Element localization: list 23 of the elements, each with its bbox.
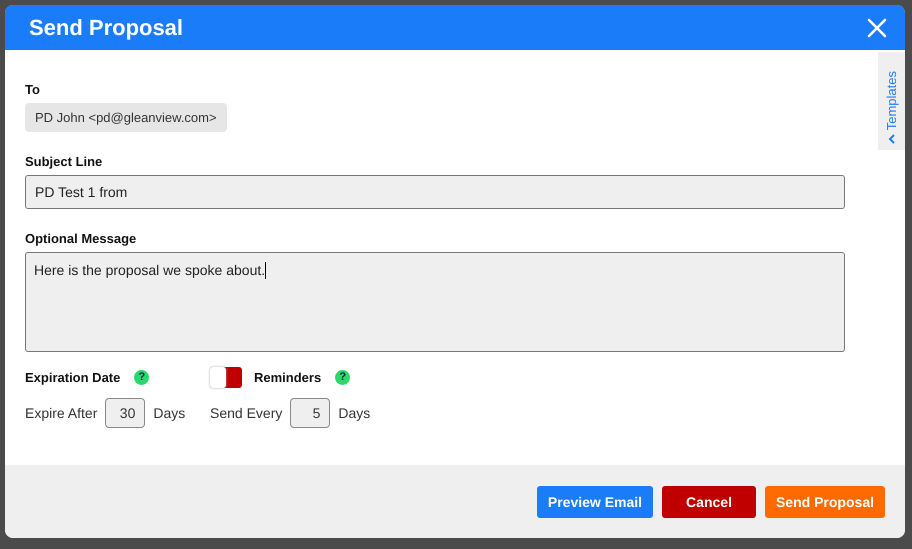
unit-label: Days (153, 405, 186, 421)
field-label: To (25, 82, 41, 97)
days-field[interactable]: 5 (290, 398, 330, 428)
dialog-title: Send Proposal (29, 14, 184, 40)
field-label: Send Every (210, 405, 282, 421)
close-button[interactable] (867, 18, 887, 38)
field-label: Reminders (254, 370, 322, 384)
help-icon[interactable]: ? (134, 370, 150, 384)
field-label: Subject Line (25, 154, 104, 169)
recipient-chip: PD John <pd@gleanview.com> (25, 103, 227, 132)
days-field[interactable]: 30 (105, 398, 146, 428)
field-label: Expiration Date (25, 370, 120, 384)
cancel-button[interactable]: Cancel (662, 486, 756, 518)
field-label: Expire After (25, 405, 98, 421)
reminders-toggle[interactable] (210, 366, 242, 388)
close-icon (867, 18, 887, 38)
subject-field[interactable]: PD Test 1 from (25, 175, 845, 209)
preview-button[interactable]: Preview Email (536, 486, 654, 518)
field-label: Optional Message (25, 231, 138, 246)
message-field[interactable]: Here is the proposal we spoke about. (25, 252, 845, 352)
help-icon[interactable]: ? (335, 370, 350, 384)
unit-label: Days (338, 405, 370, 421)
chevron-icon (888, 134, 896, 144)
